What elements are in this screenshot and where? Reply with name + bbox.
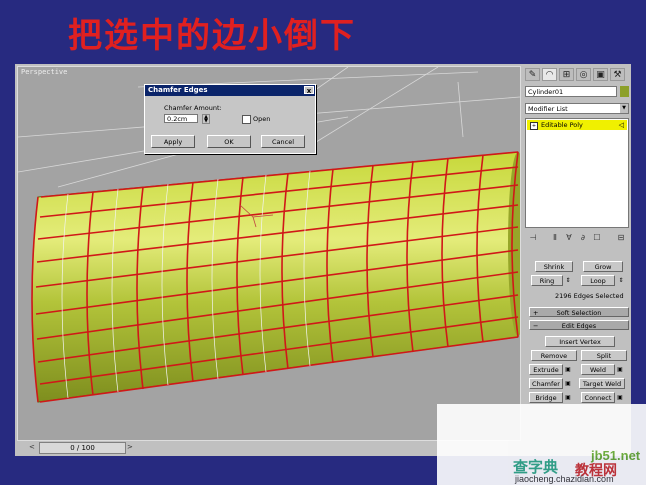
modifier-list-label: Modifier List: [528, 105, 568, 113]
time-slider[interactable]: 0 / 100: [39, 442, 126, 454]
bridge-settings-icon[interactable]: ▣: [564, 392, 572, 403]
spinner-icon[interactable]: ▲ ▼: [202, 114, 210, 124]
object-name-field[interactable]: Cylinder01: [525, 86, 617, 97]
cancel-button[interactable]: Cancel: [261, 135, 305, 148]
ring-spinner-icon[interactable]: ⇕: [564, 275, 572, 286]
edges-selected-status: 2196 Edges Selected: [555, 292, 624, 300]
remove-modifier-icon[interactable]: ∂: [577, 232, 589, 244]
target-weld-button[interactable]: Target Weld: [579, 378, 625, 389]
apply-button[interactable]: Apply: [151, 135, 195, 148]
chamfer-settings-icon[interactable]: ▣: [564, 378, 572, 389]
configure-sets-icon[interactable]: ☐: [591, 232, 603, 244]
ring-button[interactable]: Ring: [531, 275, 563, 286]
loop-button[interactable]: Loop: [581, 275, 615, 286]
make-unique-icon[interactable]: ∀: [563, 232, 575, 244]
chamfer-amount-label: Chamfer Amount:: [164, 104, 222, 112]
ok-button[interactable]: OK: [207, 135, 251, 148]
motion-tab-icon[interactable]: ◎: [576, 68, 591, 81]
max-window: Perspective < 0 / 100 > ✎ ◠ ⊞ ◎ ▣ ⚒ Cyli…: [15, 64, 631, 456]
extrude-button[interactable]: Extrude: [529, 364, 563, 375]
hierarchy-tab-icon[interactable]: ⊞: [559, 68, 574, 81]
dialog-title: Chamfer Edges: [148, 86, 208, 94]
remove-button[interactable]: Remove: [531, 350, 577, 361]
show-end-result-icon[interactable]: Ⅱ: [549, 232, 561, 244]
create-tab-icon[interactable]: ✎: [525, 68, 540, 81]
weld-settings-icon[interactable]: ▣: [616, 364, 624, 375]
time-prev-icon[interactable]: <: [29, 442, 37, 452]
weld-button[interactable]: Weld: [581, 364, 615, 375]
extrude-settings-icon[interactable]: ▣: [564, 364, 572, 375]
stack-menu-icon[interactable]: ⊟: [615, 232, 627, 244]
bridge-button[interactable]: Bridge: [529, 392, 563, 403]
dialog-titlebar[interactable]: Chamfer Edges x: [145, 85, 315, 96]
connect-button[interactable]: Connect: [581, 392, 615, 403]
pin-stack-icon[interactable]: ⊣: [527, 232, 539, 244]
object-color-swatch[interactable]: [620, 86, 629, 97]
grow-button[interactable]: Grow: [583, 261, 623, 272]
viewport-label[interactable]: Perspective: [21, 68, 67, 76]
expand-icon: +: [533, 309, 539, 317]
chamfer-amount-input[interactable]: 0.2cm: [164, 114, 198, 123]
expand-icon[interactable]: +: [530, 122, 538, 130]
modifier-icon: ◁: [618, 121, 624, 129]
open-label: Open: [253, 115, 271, 123]
modifier-stack: + Editable Poly ◁: [525, 118, 629, 228]
shrink-button[interactable]: Shrink: [535, 261, 573, 272]
utilities-tab-icon[interactable]: ⚒: [610, 68, 625, 81]
watermark: jb51.net 查字典 教程网 jiaocheng.chazidian.com: [437, 404, 646, 485]
split-button[interactable]: Split: [581, 350, 627, 361]
time-next-icon[interactable]: >: [127, 442, 135, 452]
display-tab-icon[interactable]: ▣: [593, 68, 608, 81]
stack-item-label: Editable Poly: [541, 121, 583, 129]
edit-edges-rollout[interactable]: − Edit Edges: [529, 320, 629, 330]
connect-settings-icon[interactable]: ▣: [616, 392, 624, 403]
command-panel-tabs: ✎ ◠ ⊞ ◎ ▣ ⚒: [525, 68, 629, 82]
soft-selection-label: Soft Selection: [556, 309, 602, 317]
stack-item-editable-poly[interactable]: + Editable Poly ◁: [527, 120, 627, 130]
chevron-down-icon[interactable]: ▼: [620, 104, 628, 113]
collapse-icon: −: [533, 322, 539, 330]
modify-tab-icon[interactable]: ◠: [542, 68, 557, 81]
stack-toolbar: ⊣ Ⅱ ∀ ∂ ☐ ⊟: [525, 232, 629, 246]
open-checkbox[interactable]: [242, 115, 251, 124]
close-icon[interactable]: x: [304, 86, 314, 95]
watermark-url: jiaocheng.chazidian.com: [515, 474, 614, 484]
insert-vertex-button[interactable]: Insert Vertex: [545, 336, 615, 347]
modifier-list-dropdown[interactable]: Modifier List ▼: [525, 103, 629, 114]
edit-edges-label: Edit Edges: [561, 322, 597, 330]
loop-spinner-icon[interactable]: ⇕: [617, 275, 625, 286]
command-panel: ✎ ◠ ⊞ ◎ ▣ ⚒ Cylinder01 Modifier List ▼ +…: [523, 66, 631, 454]
slide-title: 把选中的边小倒下: [68, 16, 356, 56]
chamfer-edges-dialog: Chamfer Edges x Chamfer Amount: 0.2cm ▲ ▼…: [144, 84, 316, 154]
chamfer-button[interactable]: Chamfer: [529, 378, 563, 389]
soft-selection-rollout[interactable]: + Soft Selection: [529, 307, 629, 317]
